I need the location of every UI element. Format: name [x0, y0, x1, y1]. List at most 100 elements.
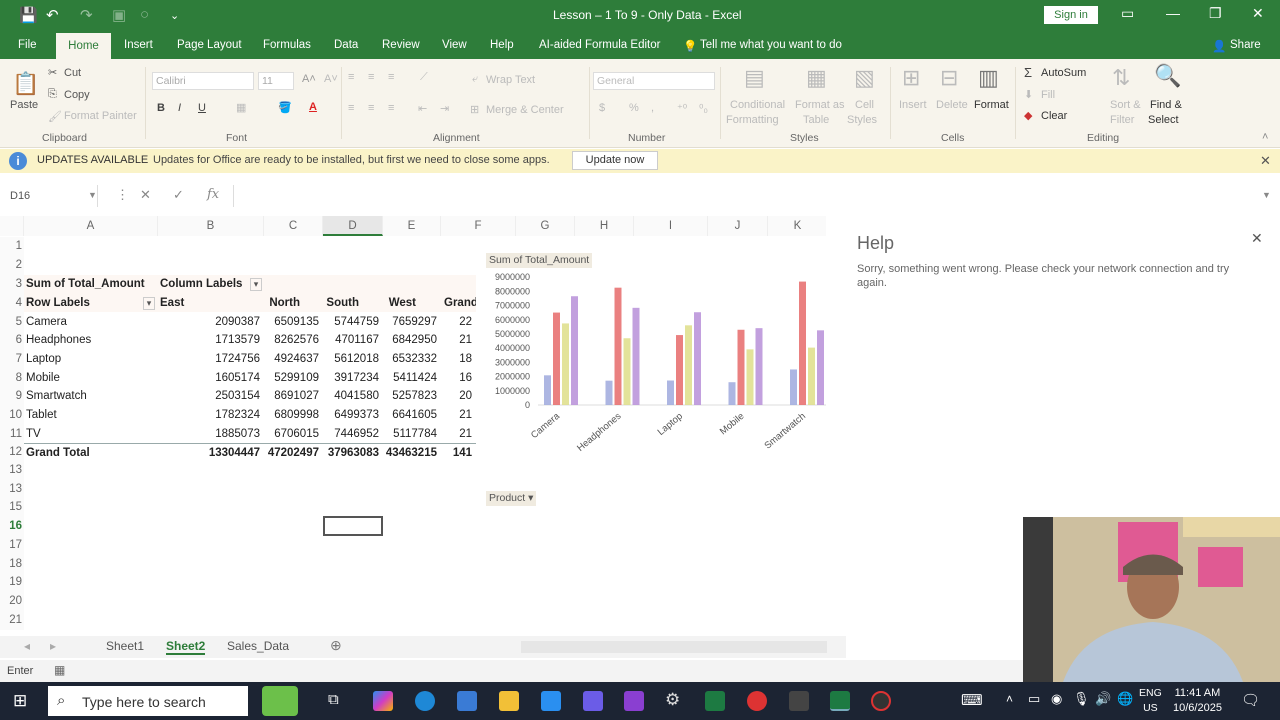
- find-select-icon[interactable]: 🔍: [1154, 63, 1181, 89]
- pivot-value-cell[interactable]: 21: [441, 425, 474, 444]
- merge-center-button[interactable]: Merge & Center: [486, 104, 564, 116]
- task-view-icon[interactable]: ⧉: [328, 691, 339, 708]
- row-header[interactable]: 1: [0, 237, 24, 256]
- row-header[interactable]: 20: [0, 592, 24, 611]
- region-header-west[interactable]: West: [383, 294, 418, 313]
- pivot-value-cell[interactable]: 5744759: [323, 313, 381, 332]
- align-right-icon[interactable]: ≡: [388, 102, 394, 114]
- row-header[interactable]: 7: [0, 350, 24, 369]
- pivot-value-cell[interactable]: 1885073: [158, 425, 262, 444]
- windows-start-icon[interactable]: ⊞: [13, 691, 27, 711]
- settings-gear-icon[interactable]: ⚙: [665, 690, 680, 710]
- clear-button[interactable]: Clear: [1041, 110, 1067, 122]
- store-icon[interactable]: [457, 691, 477, 711]
- pivot-value-cell[interactable]: 16: [441, 369, 474, 388]
- conditional-formatting-icon[interactable]: ▤: [744, 65, 765, 91]
- clock[interactable]: 11:41 AM 10/6/2025: [1173, 686, 1222, 716]
- pivot-row-label[interactable]: Mobile: [26, 369, 156, 388]
- circle-icon[interactable]: ○: [140, 6, 149, 23]
- chevron-up-icon[interactable]: ˄: [1006, 692, 1013, 706]
- pivot-row-labels[interactable]: Row Labels: [26, 294, 136, 313]
- expand-formula-icon[interactable]: ▼: [1262, 190, 1271, 200]
- language-indicator[interactable]: ENG US: [1139, 686, 1162, 716]
- name-box[interactable]: D16: [6, 185, 98, 207]
- grand-total-cell[interactable]: 43463215: [383, 444, 439, 463]
- redo-icon[interactable]: ↷: [80, 6, 93, 24]
- format-cells-button[interactable]: Format: [974, 99, 1009, 111]
- format-cells-icon[interactable]: ▥: [978, 65, 999, 91]
- taskbar-search-box[interactable]: ⌕ Type here to search: [48, 686, 248, 716]
- number-format-combo[interactable]: General: [593, 72, 715, 90]
- battery-icon[interactable]: ▭: [1028, 691, 1040, 707]
- column-header-c[interactable]: C: [264, 216, 323, 236]
- keyboard-icon[interactable]: ⌨: [961, 691, 983, 709]
- cell-styles-icon[interactable]: ▧: [854, 65, 875, 91]
- grand-total-label[interactable]: Grand Total: [26, 444, 156, 463]
- pivot-value-cell[interactable]: 1724756: [158, 350, 262, 369]
- select-all-corner[interactable]: [0, 216, 24, 236]
- autosum-button[interactable]: AutoSum: [1041, 67, 1086, 79]
- video-editor-icon[interactable]: [789, 691, 809, 711]
- pivot-value-cell[interactable]: 6532332: [383, 350, 439, 369]
- align-bottom-icon[interactable]: ≡: [388, 71, 394, 83]
- row-filter-icon[interactable]: ▾: [143, 297, 155, 310]
- autosum-icon[interactable]: Σ: [1024, 65, 1032, 80]
- pivot-value-cell[interactable]: 5612018: [323, 350, 381, 369]
- column-header-d[interactable]: D: [323, 216, 383, 236]
- percent-button[interactable]: %: [629, 102, 639, 114]
- chart-value-field-button[interactable]: Sum of Total_Amount: [486, 253, 593, 268]
- excel-app-icon[interactable]: [705, 691, 725, 711]
- add-sheet-icon[interactable]: ⊕: [330, 637, 342, 654]
- insert-cells-icon[interactable]: ⊞: [902, 65, 920, 91]
- row-header[interactable]: 6: [0, 331, 24, 350]
- pivot-value-cell[interactable]: 5257823: [383, 387, 439, 406]
- row-header[interactable]: 13: [0, 461, 24, 480]
- scroll-right-icon[interactable]: ▸: [50, 639, 56, 653]
- worksheet-grid[interactable]: A B C D E F G H I J K 1 2 3 4 5 6 7 8 9 …: [0, 216, 826, 634]
- tab-formulas[interactable]: Formulas: [263, 39, 311, 51]
- align-top-icon[interactable]: ≡: [348, 71, 354, 83]
- grand-total-cell[interactable]: 141: [441, 444, 474, 463]
- row-header[interactable]: 4: [0, 294, 24, 313]
- save-icon[interactable]: 💾: [19, 6, 38, 24]
- insert-cells-button[interactable]: Insert: [899, 99, 927, 111]
- increase-decimal-icon[interactable]: ⁺⁰: [677, 102, 687, 115]
- undo-icon[interactable]: ↶: [46, 6, 59, 24]
- pivot-value-cell[interactable]: 2503154: [158, 387, 262, 406]
- pivot-value-cell[interactable]: 5117784: [383, 425, 439, 444]
- delete-cells-button[interactable]: Delete: [936, 99, 968, 111]
- pivot-value-cell[interactable]: 4041580: [323, 387, 381, 406]
- cell-styles-button[interactable]: Cell: [855, 99, 874, 111]
- tab-view[interactable]: View: [442, 39, 467, 51]
- paste-icon[interactable]: 📋: [12, 71, 39, 97]
- align-left-icon[interactable]: ≡: [348, 102, 354, 114]
- clipchamp-icon[interactable]: [624, 691, 644, 711]
- paste-button[interactable]: Paste: [10, 99, 38, 111]
- pivot-value-cell[interactable]: 6809998: [264, 406, 321, 425]
- pivot-value-cell[interactable]: 6641605: [383, 406, 439, 425]
- row-header[interactable]: 9: [0, 387, 24, 406]
- tab-file[interactable]: File: [18, 39, 37, 51]
- delete-cells-icon[interactable]: ⊟: [940, 65, 958, 91]
- region-header-grand[interactable]: Grand: [444, 294, 476, 313]
- column-header-k[interactable]: K: [768, 216, 826, 236]
- underline-button[interactable]: U: [198, 102, 206, 114]
- tab-data[interactable]: Data: [334, 39, 358, 51]
- active-cell-d16[interactable]: [323, 516, 383, 536]
- edge-icon[interactable]: [415, 691, 435, 711]
- recorder-icon[interactable]: [871, 691, 891, 711]
- cancel-entry-icon[interactable]: ✕: [140, 187, 151, 203]
- copy-icon[interactable]: ⎘: [48, 88, 57, 101]
- sign-in-button[interactable]: Sign in: [1044, 6, 1098, 24]
- macro-record-icon[interactable]: ▦: [54, 663, 65, 677]
- horizontal-scrollbar[interactable]: [521, 641, 827, 653]
- bold-button[interactable]: B: [157, 102, 165, 114]
- tab-review[interactable]: Review: [382, 39, 420, 51]
- tab-home[interactable]: Home: [56, 33, 111, 60]
- column-header-h[interactable]: H: [575, 216, 634, 236]
- pivot-value-cell[interactable]: 6499373: [323, 406, 381, 425]
- shrink-font-icon[interactable]: A˅: [324, 73, 338, 85]
- close-icon[interactable]: ✕: [1260, 153, 1271, 169]
- pivot-value-cell[interactable]: 21: [441, 406, 474, 425]
- row-header[interactable]: 12: [0, 443, 24, 462]
